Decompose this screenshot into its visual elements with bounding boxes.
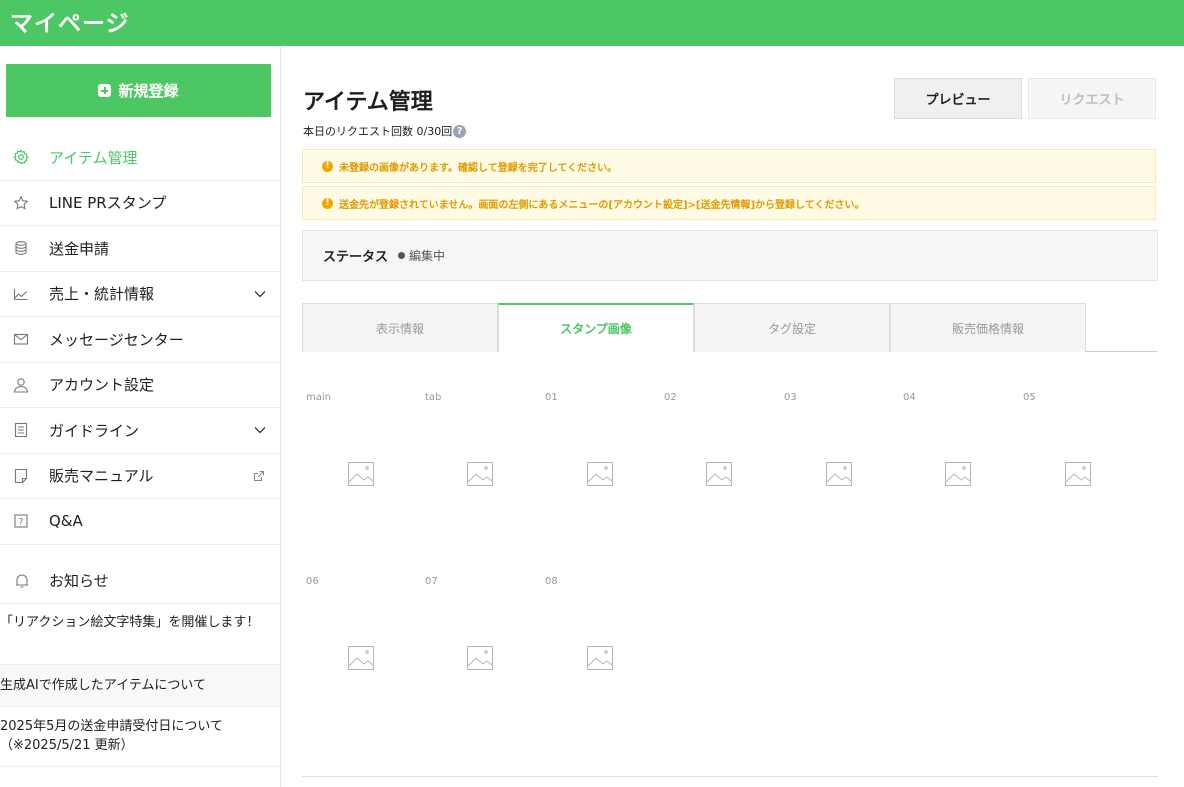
sidebar-item-label: 送金申請: [49, 239, 110, 258]
slot-label: 02: [664, 392, 677, 403]
image-placeholder-icon: [348, 462, 374, 486]
chevron-down-icon[interactable]: [254, 290, 266, 298]
tab-display-info[interactable]: 表示情報: [302, 303, 498, 352]
sidebar-item-label: 販売マニュアル: [49, 467, 154, 486]
sidebar-item-sales-statistics[interactable]: 売上・統計情報: [0, 272, 280, 317]
note-icon: [14, 468, 28, 483]
status-label: ステータス: [323, 250, 389, 265]
sidebar-item-label: LINE PRスタンプ: [49, 194, 167, 213]
image-placeholder-icon: [587, 646, 613, 670]
status-badge: 編集中: [409, 249, 446, 263]
tab-price-info[interactable]: 販売価格情報: [890, 303, 1086, 352]
status-dot: [398, 252, 406, 259]
new-registration-button[interactable]: 新規登録: [6, 64, 271, 117]
image-placeholder-icon: [467, 462, 493, 486]
status-bar: ステータス 編集中: [302, 230, 1158, 281]
sidebar-item-qa[interactable]: ? Q&A: [0, 499, 280, 545]
image-placeholder-icon: [587, 462, 613, 486]
question-icon: ?: [14, 514, 28, 528]
news-item[interactable]: 生成AIで作成したアイテムについて: [0, 665, 280, 707]
mail-icon: [13, 334, 29, 345]
sidebar-item-account-settings[interactable]: アカウント設定: [0, 363, 280, 408]
image-placeholder-icon: [1065, 462, 1091, 486]
chart-icon: [13, 288, 28, 300]
sidebar-item-sales-manual[interactable]: 販売マニュアル: [0, 454, 280, 499]
image-slot[interactable]: 08: [541, 570, 659, 720]
user-icon: [13, 377, 29, 393]
request-button[interactable]: リクエスト: [1028, 78, 1156, 119]
page-header-title: マイページ: [10, 11, 130, 37]
main-content: アイテム管理 本日のリクエスト回数 0/30回 ? プレビュー リクエスト ! …: [282, 46, 1184, 787]
news-header: お知らせ: [0, 557, 280, 604]
slot-label: 04: [903, 392, 916, 403]
sidebar-item-guidelines[interactable]: ガイドライン: [0, 408, 280, 454]
sidebar-item-label: 売上・統計情報: [49, 285, 155, 304]
tab-stamp-images[interactable]: スタンプ画像: [498, 303, 694, 353]
alert-text: 送金先が登録されていません。画面の左側にあるメニューの[アカウント設定]>[送金…: [339, 199, 865, 211]
svg-text:?: ?: [19, 518, 24, 528]
tab-tag-settings[interactable]: タグ設定: [694, 303, 890, 352]
alert-text: 未登録の画像があります。確認して登録を完了してください。: [339, 162, 618, 174]
image-placeholder-icon: [467, 646, 493, 670]
sidebar-item-message-center[interactable]: メッセージセンター: [0, 317, 280, 363]
slot-label: 01: [545, 392, 558, 403]
page-title: アイテム管理: [303, 90, 433, 115]
image-slot[interactable]: 03: [780, 386, 898, 536]
sidebar: 新規登録 アイテム管理 LINE PRスタンプ 送金申請 売上・統計情報 メッセ…: [0, 46, 281, 787]
image-slot[interactable]: 01: [541, 386, 659, 536]
image-placeholder-icon: [706, 462, 732, 486]
image-slot[interactable]: 07: [421, 570, 539, 720]
slot-label: 06: [306, 576, 319, 587]
image-placeholder-icon: [945, 462, 971, 486]
image-slot[interactable]: main: [302, 386, 420, 536]
sidebar-item-label: アカウント設定: [49, 376, 155, 395]
sidebar-item-label: ガイドライン: [49, 421, 140, 440]
request-count: 本日のリクエスト回数 0/30回 ?: [303, 123, 467, 139]
preview-button[interactable]: プレビュー: [894, 78, 1022, 119]
image-slot[interactable]: 04: [899, 386, 1017, 536]
slot-label: 08: [545, 576, 558, 587]
image-slot[interactable]: 02: [660, 386, 778, 536]
sidebar-item-label: メッセージセンター: [49, 330, 184, 349]
divider: [302, 776, 1158, 777]
image-placeholder-icon: [826, 462, 852, 486]
slot-label: 05: [1023, 392, 1036, 403]
slot-label: 07: [425, 576, 438, 587]
sidebar-item-remittance[interactable]: 送金申請: [0, 226, 280, 272]
chevron-down-icon[interactable]: [254, 426, 266, 434]
slot-label: 03: [784, 392, 797, 403]
sidebar-menu: アイテム管理 LINE PRスタンプ 送金申請 売上・統計情報 メッセージセンタ…: [0, 135, 280, 545]
warning-icon: !: [322, 197, 333, 209]
sidebar-item-item-management[interactable]: アイテム管理: [0, 135, 280, 181]
slot-label: tab: [425, 392, 442, 403]
help-icon[interactable]: ?: [453, 124, 467, 138]
database-icon: [15, 241, 27, 256]
external-link-icon[interactable]: [253, 470, 265, 482]
news-title: お知らせ: [49, 572, 109, 590]
bell-icon: [16, 574, 28, 588]
image-slot[interactable]: 05: [1019, 386, 1137, 536]
image-slot[interactable]: tab: [421, 386, 539, 536]
plus-icon: [98, 84, 112, 97]
document-icon: [14, 423, 28, 438]
sidebar-item-line-pr-stamp[interactable]: LINE PRスタンプ: [0, 181, 280, 226]
sidebar-item-label: アイテム管理: [49, 148, 138, 167]
warning-alert: ! 送金先が登録されていません。画面の左側にあるメニューの[アカウント設定]>[…: [302, 186, 1156, 220]
news-item[interactable]: 「リアクション絵文字特集」を開催します！: [0, 604, 280, 665]
request-count-text: 本日のリクエスト回数 0/30回: [303, 125, 453, 138]
news-item[interactable]: 2025年5月の送金申請受付日について（※2025/5/21 更新）: [0, 707, 280, 767]
slot-label: main: [306, 392, 331, 403]
gear-icon: [13, 149, 29, 165]
new-registration-label: 新規登録: [118, 82, 179, 100]
sidebar-item-label: Q&A: [49, 512, 83, 531]
top-bar: マイページ: [0, 0, 1184, 46]
news-section: お知らせ 「リアクション絵文字特集」を開催します！ 生成AIで作成したアイテムに…: [0, 557, 280, 767]
tab-bar: 表示情報 スタンプ画像 タグ設定 販売価格情報: [302, 303, 1157, 353]
image-placeholder-icon: [348, 646, 374, 670]
warning-alert: ! 未登録の画像があります。確認して登録を完了してください。: [302, 149, 1156, 183]
image-slot[interactable]: 06: [302, 570, 420, 720]
star-icon: [13, 195, 29, 210]
warning-icon: !: [322, 160, 333, 172]
